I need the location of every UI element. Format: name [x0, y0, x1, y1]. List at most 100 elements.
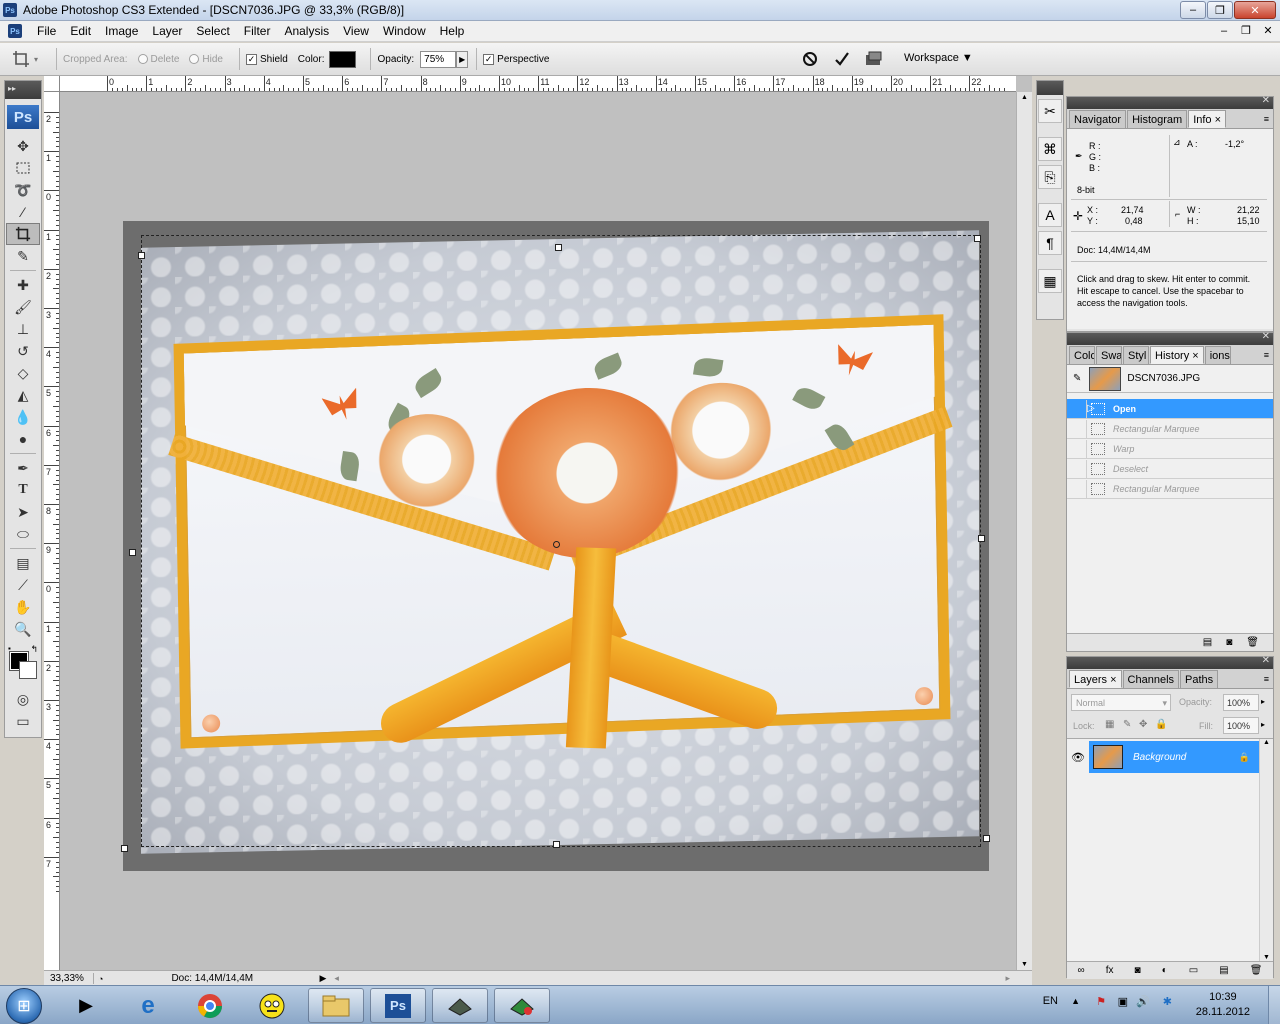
- history-step[interactable]: Warp: [1067, 439, 1273, 459]
- panel-close-icon[interactable]: ✕: [1262, 95, 1270, 106]
- ellipse-tool-icon[interactable]: ⬭: [6, 523, 40, 545]
- close-button[interactable]: ✕: [1234, 1, 1276, 19]
- history-brush-source-box[interactable]: [1071, 479, 1087, 498]
- app-taskbar-button-2[interactable]: [494, 988, 550, 1023]
- menu-image[interactable]: Image: [98, 24, 145, 38]
- restore-button[interactable]: ❐: [1207, 1, 1233, 19]
- language-indicator[interactable]: EN: [1043, 995, 1058, 1007]
- move-tool-icon[interactable]: ✥: [6, 135, 40, 157]
- path-selection-tool-icon[interactable]: ➤: [6, 501, 40, 523]
- link-layers-icon[interactable]: ∞: [1078, 965, 1085, 976]
- notes-tool-icon[interactable]: ▤: [6, 552, 40, 574]
- screen-mode-icon[interactable]: ▭: [6, 710, 40, 732]
- blur-tool-icon[interactable]: 💧: [6, 406, 40, 428]
- app-taskbar-button-1[interactable]: [432, 988, 488, 1023]
- new-layer-icon[interactable]: ▤: [1219, 965, 1228, 976]
- start-button[interactable]: ⊞: [6, 988, 42, 1024]
- opacity-input[interactable]: 75%: [420, 50, 457, 68]
- history-snapshot[interactable]: ✎ DSCN7036.JPG: [1067, 365, 1273, 393]
- tab-navigator[interactable]: Navigator: [1069, 110, 1127, 128]
- tab-swatches[interactable]: Swa: [1096, 346, 1122, 364]
- history-step[interactable]: Deselect: [1067, 459, 1273, 479]
- explorer-taskbar-button[interactable]: [308, 988, 364, 1023]
- tab-color[interactable]: Colo: [1069, 346, 1095, 364]
- magic-wand-tool-icon[interactable]: ⁄: [6, 201, 40, 223]
- tab-channels[interactable]: Channels: [1122, 670, 1180, 688]
- menu-edit[interactable]: Edit: [63, 24, 98, 38]
- menu-select[interactable]: Select: [189, 24, 236, 38]
- history-brush-source-box[interactable]: [1071, 459, 1087, 478]
- zoom-level[interactable]: 33,33%: [44, 973, 94, 984]
- history-brush-source-box[interactable]: [1071, 399, 1087, 418]
- blend-mode-select[interactable]: Normal ▾: [1071, 694, 1171, 711]
- brush-tool-icon[interactable]: 🖌: [6, 296, 40, 318]
- tab-layers[interactable]: Layers ×: [1069, 670, 1122, 688]
- crop-handle-bottom-center[interactable]: [553, 841, 560, 848]
- doc-restore-button[interactable]: ❐: [1238, 23, 1254, 38]
- snapshot-source-icon[interactable]: ✎: [1073, 373, 1081, 384]
- eye-icon[interactable]: 👁: [1067, 751, 1089, 764]
- photoshop-taskbar-button[interactable]: Ps: [370, 988, 426, 1023]
- zoom-tool-icon[interactable]: 🔍: [6, 618, 40, 640]
- tray-expand-icon[interactable]: ▲: [1071, 996, 1080, 1006]
- marquee-tool-icon[interactable]: [6, 157, 40, 179]
- crop-handle-top-left[interactable]: [138, 252, 145, 259]
- menu-help[interactable]: Help: [433, 24, 472, 38]
- menu-layer[interactable]: Layer: [145, 24, 189, 38]
- scroll-down-icon[interactable]: ▼: [1260, 954, 1273, 961]
- doc-close-button[interactable]: ✕: [1260, 23, 1276, 38]
- status-options-icon[interactable]: ◔: [98, 974, 103, 984]
- tab-info[interactable]: Info ×: [1188, 110, 1227, 128]
- tab-history[interactable]: History ×: [1150, 346, 1204, 364]
- panel-menu-icon[interactable]: ≡: [1264, 114, 1269, 124]
- adjustment-layer-icon[interactable]: ◐: [1162, 965, 1168, 976]
- tab-close-icon[interactable]: ×: [1110, 674, 1116, 686]
- layer-style-icon[interactable]: fx: [1106, 965, 1114, 976]
- fill-slider-arrow-icon[interactable]: ▸: [1261, 720, 1265, 729]
- scroll-right-icon[interactable]: ▸: [1005, 973, 1010, 984]
- opacity-slider-arrow[interactable]: ▶: [456, 50, 469, 68]
- crop-handle-middle-right[interactable]: [978, 535, 985, 542]
- lock-all-icon[interactable]: 🔒: [1155, 719, 1167, 730]
- crop-tool-icon[interactable]: [6, 223, 40, 245]
- history-step[interactable]: ▷ Open: [1067, 399, 1273, 419]
- shield-color-swatch[interactable]: [329, 50, 357, 68]
- layer-opacity-input[interactable]: 100%: [1223, 694, 1259, 711]
- history-brush-source-box[interactable]: [1071, 439, 1087, 458]
- quick-mask-icon[interactable]: ◎: [6, 688, 40, 710]
- menu-filter[interactable]: Filter: [237, 24, 278, 38]
- tab-close-icon[interactable]: ×: [1215, 114, 1221, 126]
- new-snapshot-icon[interactable]: ◙: [1226, 637, 1232, 648]
- minimize-button[interactable]: –: [1180, 1, 1206, 19]
- document-icon[interactable]: Ps: [8, 24, 22, 38]
- delete-layer-icon[interactable]: 🗑: [1250, 965, 1263, 976]
- opacity-slider-arrow-icon[interactable]: ▸: [1261, 697, 1265, 706]
- tab-styles[interactable]: Styl: [1123, 346, 1149, 364]
- crop-handle-top-center[interactable]: [555, 244, 562, 251]
- eraser-tool-icon[interactable]: ◇: [6, 362, 40, 384]
- lock-transparency-icon[interactable]: ▦: [1105, 719, 1114, 730]
- tab-paths[interactable]: Paths: [1180, 670, 1219, 688]
- crop-center-point[interactable]: [553, 541, 560, 548]
- tab-actions[interactable]: ions: [1204, 346, 1231, 364]
- scroll-up-icon[interactable]: ▲: [1017, 94, 1032, 101]
- dock-grip[interactable]: [1037, 81, 1063, 95]
- crop-handle-middle-left[interactable]: [129, 549, 136, 556]
- commit-transform-icon[interactable]: [832, 49, 852, 69]
- workspace-menu[interactable]: Workspace ▼: [904, 52, 973, 64]
- smiley-app-icon[interactable]: [244, 988, 300, 1023]
- show-desktop-button[interactable]: [1268, 986, 1280, 1024]
- menu-view[interactable]: View: [336, 24, 376, 38]
- eyedropper-tool-icon[interactable]: ⟋: [6, 574, 40, 596]
- delete-state-icon[interactable]: 🗑: [1246, 637, 1259, 648]
- action-center-icon[interactable]: ⚑: [1096, 995, 1106, 1008]
- menu-file[interactable]: File: [30, 24, 63, 38]
- ruler-origin[interactable]: [44, 76, 60, 92]
- tools-preset-icon[interactable]: ✂: [1038, 99, 1062, 123]
- menu-window[interactable]: Window: [376, 24, 433, 38]
- slice-tool-icon[interactable]: ✎: [6, 245, 40, 267]
- tool-preset-picker[interactable]: ▾: [12, 47, 50, 71]
- perspective-checkbox[interactable]: ✓ Perspective: [483, 53, 549, 65]
- panel-menu-icon[interactable]: ≡: [1264, 350, 1269, 360]
- vertical-ruler[interactable]: 2 1 0 1 2 3 4 5 6 7 8 9 0 1 2 3 4 5 6 7: [44, 92, 60, 970]
